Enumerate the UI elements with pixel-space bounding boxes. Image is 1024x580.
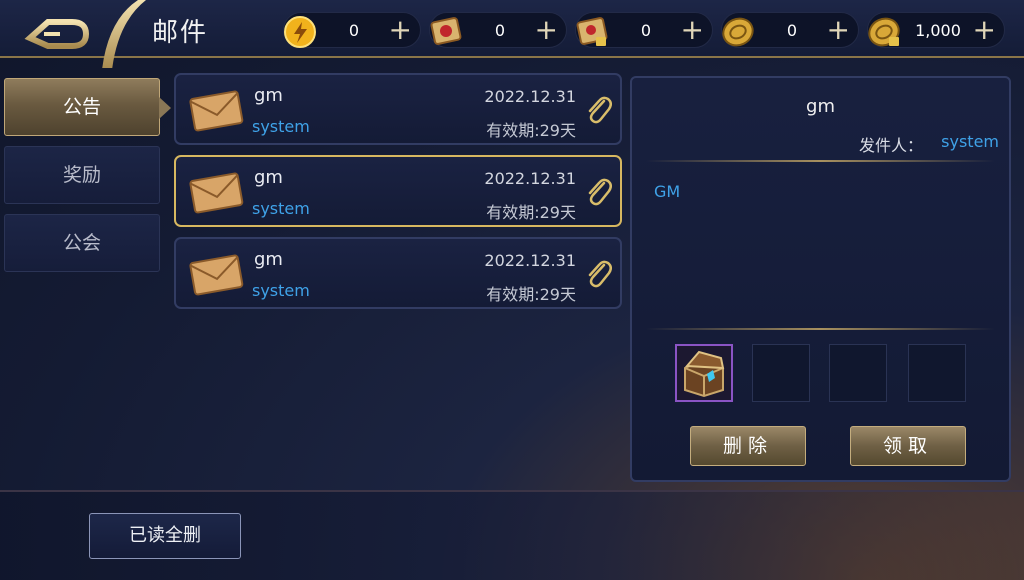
divider xyxy=(646,160,995,162)
locked-coin-icon xyxy=(868,17,900,47)
resource-locked-scroll: 0 + xyxy=(575,12,713,48)
paperclip-icon xyxy=(588,96,612,124)
gold-orb-icon xyxy=(284,16,316,48)
divider xyxy=(646,328,995,330)
mail-sender: gm xyxy=(254,167,283,188)
delete-button[interactable]: 删除 xyxy=(690,426,806,466)
resource-value: 1,000 xyxy=(915,21,961,40)
mail-from: system xyxy=(252,117,310,136)
sender-label: 发件人： xyxy=(858,136,923,155)
add-resource-button[interactable]: + xyxy=(681,15,704,45)
locked-scroll-icon xyxy=(576,17,608,46)
mail-expire: 有效期:29天 xyxy=(486,121,576,140)
attachment-slot[interactable] xyxy=(908,344,966,402)
paperclip-icon xyxy=(588,260,612,288)
resource-gold-coin: 0 + xyxy=(721,12,859,48)
paperclip-icon xyxy=(588,178,612,206)
back-button[interactable] xyxy=(0,0,150,70)
resource-locked-coin: 1,000 + xyxy=(867,12,1005,48)
treasure-chest-icon xyxy=(684,350,725,398)
sender-value: system xyxy=(941,132,999,151)
red-scroll-icon xyxy=(430,17,462,45)
add-resource-button[interactable]: + xyxy=(389,15,412,45)
page-title: 邮件 xyxy=(152,18,209,48)
tab-rewards[interactable]: 奖励 xyxy=(4,146,160,204)
mail-date: 2022.12.31 xyxy=(484,87,576,106)
mail-date: 2022.12.31 xyxy=(484,251,576,270)
resource-value: 0 xyxy=(494,21,506,40)
add-resource-button[interactable]: + xyxy=(535,15,558,45)
envelope-icon xyxy=(189,90,244,132)
resource-value: 0 xyxy=(640,21,652,40)
mail-detail-panel: gm 发件人： system GM 删除 领取 xyxy=(630,76,1011,482)
resource-gold-orb: 0 + xyxy=(283,12,421,48)
mail-sender: gm xyxy=(254,249,283,270)
mail-item[interactable]: gm system 2022.12.31 有效期:29天 xyxy=(174,237,622,309)
mail-item[interactable]: gm system 2022.12.31 有效期:29天 xyxy=(174,155,622,227)
mail-sender: gm xyxy=(254,85,283,106)
mail-expire: 有效期:29天 xyxy=(486,285,576,304)
back-arrow-icon xyxy=(24,0,146,70)
mail-body: GM xyxy=(654,182,681,201)
add-resource-button[interactable]: + xyxy=(973,15,996,45)
envelope-icon xyxy=(189,254,244,296)
resource-value: 0 xyxy=(348,21,360,40)
top-bar: 邮件 0 + 0 + 0 + 0 + 1,000 + xyxy=(0,0,1024,70)
claim-button[interactable]: 领取 xyxy=(850,426,966,466)
tab-announcement[interactable]: 公告 xyxy=(4,78,171,136)
delete-all-read-button[interactable]: 已读全删 xyxy=(89,513,241,559)
mail-expire: 有效期:29天 xyxy=(486,203,576,222)
mail-from: system xyxy=(252,281,310,300)
attachment-slot[interactable] xyxy=(829,344,887,402)
attachment-slot[interactable] xyxy=(675,344,733,402)
mail-item[interactable]: gm system 2022.12.31 有效期:29天 xyxy=(174,73,622,145)
add-resource-button[interactable]: + xyxy=(827,15,850,45)
envelope-icon xyxy=(189,172,244,214)
attachment-slot[interactable] xyxy=(752,344,810,402)
resource-value: 0 xyxy=(786,21,798,40)
mail-date: 2022.12.31 xyxy=(484,169,576,188)
mail-from: system xyxy=(252,199,310,218)
tab-guild[interactable]: 公会 xyxy=(4,214,160,272)
resource-red-scroll: 0 + xyxy=(429,12,567,48)
detail-title: gm xyxy=(806,96,835,117)
gold-coin-icon xyxy=(722,17,754,47)
